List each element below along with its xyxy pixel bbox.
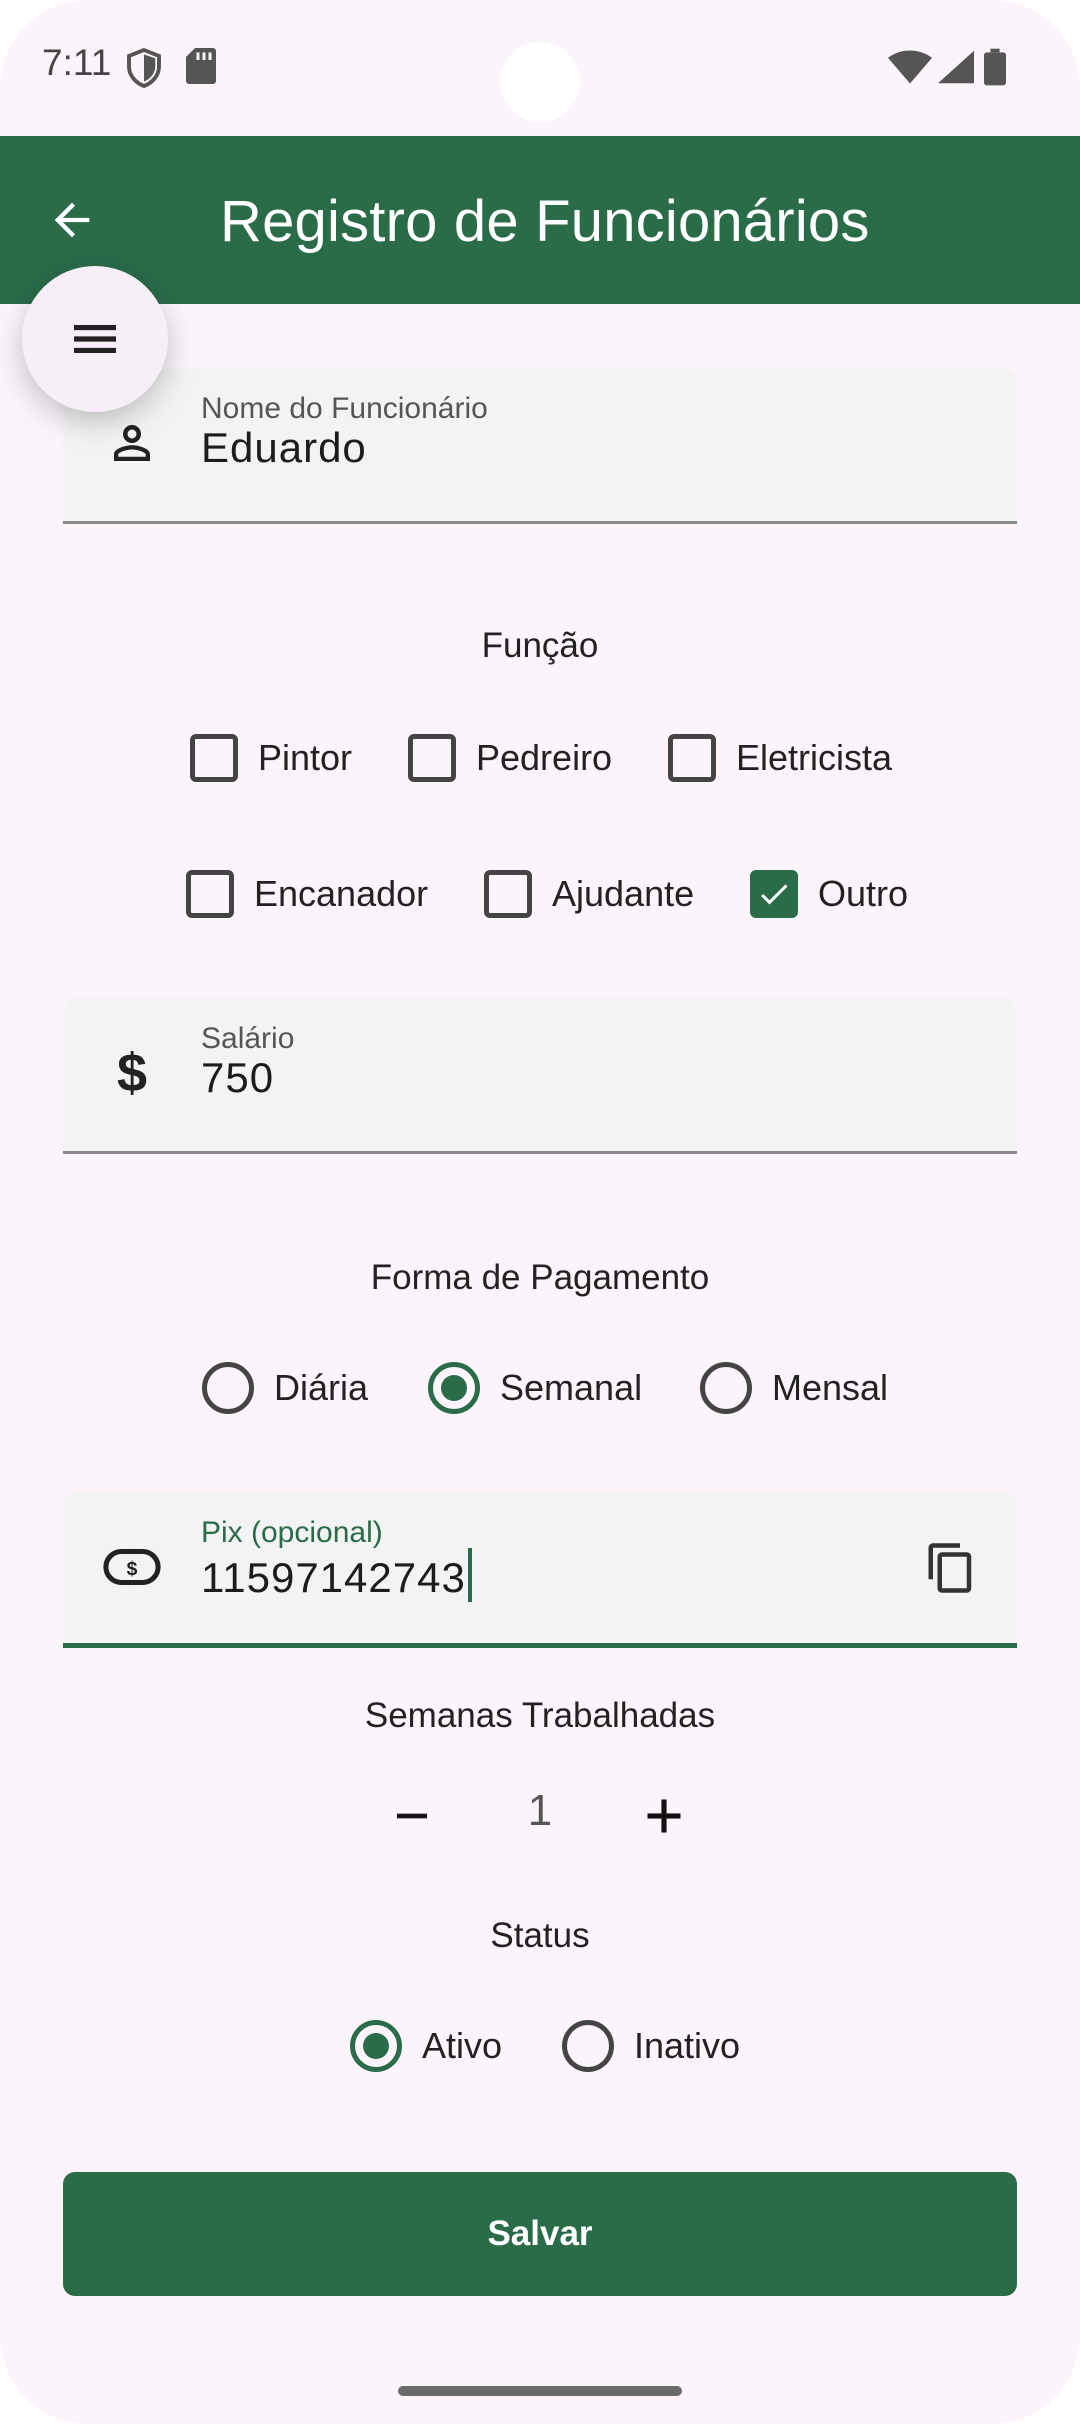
pix-value-text: 11597142743 [201, 1554, 466, 1601]
checkbox-box[interactable] [484, 870, 532, 918]
radio-button[interactable] [700, 1362, 752, 1414]
decrement-button[interactable] [372, 1776, 452, 1856]
checkbox-box-checked[interactable] [750, 870, 798, 918]
shield-icon [126, 47, 162, 92]
back-button[interactable] [34, 182, 110, 258]
person-icon [103, 414, 161, 472]
save-button[interactable]: Salvar [63, 2172, 1017, 2296]
radio-button[interactable] [202, 1362, 254, 1414]
radio-semanal[interactable]: Semanal [428, 1358, 642, 1418]
semanas-title: Semanas Trabalhadas [364, 1696, 716, 1735]
radio-label: Ativo [422, 2025, 503, 2066]
menu-button[interactable] [22, 266, 168, 412]
checkbox-label: Encanador [254, 873, 429, 914]
radio-label: Semanal [500, 1367, 643, 1408]
checkbox-box[interactable] [408, 734, 456, 782]
arrow-back-icon [54, 202, 90, 238]
menu-icon [74, 325, 116, 353]
employee-name-value: Eduardo [201, 424, 367, 471]
app-screen: 7:11 Registro de Funcionários Nome do Fu… [0, 0, 1080, 2424]
pagamento-title: Forma de Pagamento [370, 1258, 710, 1297]
pix-label: Pix (opcional) [201, 1516, 383, 1549]
radio-ativo[interactable]: Ativo [350, 2016, 502, 2076]
radio-button-selected[interactable] [428, 1362, 480, 1414]
salary-value: 750 [201, 1054, 275, 1101]
checkbox-box[interactable] [190, 734, 238, 782]
status-time: 7:11 [42, 42, 112, 83]
checkbox-pintor[interactable]: Pintor [190, 728, 352, 788]
radio-inativo[interactable]: Inativo [562, 2016, 740, 2076]
checkbox-ajudante[interactable]: Ajudante [484, 864, 694, 924]
pix-value: 11597142743 [201, 1548, 472, 1602]
funcao-title: Função [481, 626, 599, 665]
checkbox-eletricista[interactable]: Eletricista [668, 728, 892, 788]
copy-button[interactable] [921, 1538, 981, 1598]
camera-cutout [500, 42, 580, 122]
app-bar: Registro de Funcionários [0, 136, 1080, 304]
salary-label: Salário [201, 1022, 295, 1055]
radio-label: Mensal [772, 1367, 889, 1408]
radio-mensal[interactable]: Mensal [700, 1358, 888, 1418]
plus-icon [647, 1799, 681, 1833]
dollar-icon: $ [116, 1043, 148, 1103]
checkbox-label: Ajudante [552, 873, 695, 914]
radio-button[interactable] [562, 2020, 614, 2072]
battery-icon [984, 48, 1006, 90]
checkbox-label: Pintor [258, 737, 353, 778]
pix-field[interactable]: $ Pix (opcional) 11597142743 [63, 1492, 1017, 1648]
home-indicator[interactable] [398, 2386, 682, 2396]
radio-button-selected[interactable] [350, 2020, 402, 2072]
sd-card-icon [186, 48, 216, 88]
checkbox-pedreiro[interactable]: Pedreiro [408, 728, 612, 788]
radio-diaria[interactable]: Diária [202, 1358, 368, 1418]
checkbox-box[interactable] [186, 870, 234, 918]
text-cursor [467, 1548, 472, 1602]
weeks-value: 1 [527, 1786, 553, 1835]
salary-field[interactable]: $ Salário 750 [63, 998, 1017, 1154]
employee-name-field[interactable]: Nome do Funcionário Eduardo [63, 368, 1017, 524]
signal-icon [938, 50, 974, 88]
radio-label: Inativo [634, 2025, 741, 2066]
checkbox-box[interactable] [668, 734, 716, 782]
check-icon [761, 884, 788, 905]
checkbox-label: Outro [818, 873, 909, 914]
wifi-icon [888, 50, 932, 88]
page-title: Registro de Funcionários [220, 189, 870, 254]
status-bar: 7:11 [0, 0, 1080, 136]
checkbox-label: Eletricista [736, 737, 893, 778]
checkbox-outro[interactable]: Outro [750, 864, 908, 924]
copy-icon [928, 1543, 972, 1593]
checkbox-encanador[interactable]: Encanador [186, 864, 428, 924]
status-title: Status [490, 1916, 590, 1955]
employee-name-label: Nome do Funcionário [201, 392, 488, 425]
svg-text:$: $ [127, 1559, 138, 1580]
increment-button[interactable] [624, 1776, 704, 1856]
checkbox-label: Pedreiro [476, 737, 613, 778]
payments-icon: $ [103, 1538, 161, 1596]
radio-label: Diária [274, 1367, 369, 1408]
minus-icon [397, 1813, 427, 1819]
